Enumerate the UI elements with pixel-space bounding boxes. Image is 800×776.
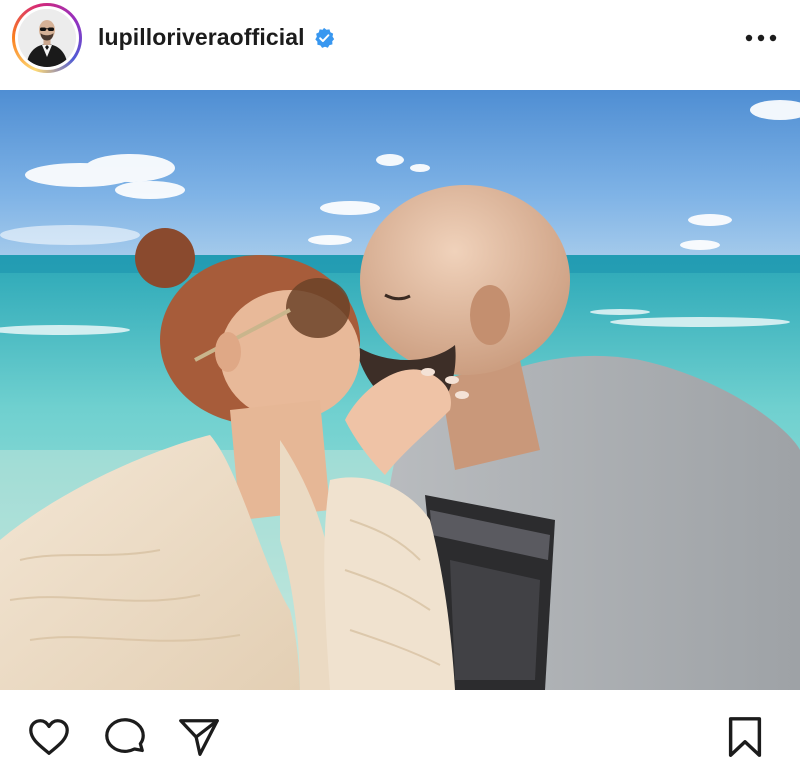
share-button[interactable] — [176, 714, 222, 760]
bookmark-icon — [728, 717, 762, 757]
verified-badge-icon — [314, 27, 334, 48]
photo-scene — [0, 90, 800, 690]
username-group: lupilloriveraofficial — [98, 24, 335, 51]
avatar-image — [18, 9, 76, 67]
like-button[interactable] — [26, 714, 72, 760]
more-options-button[interactable] — [744, 26, 778, 50]
paper-plane-icon — [179, 719, 219, 756]
more-options-icon — [745, 34, 777, 42]
action-bar — [0, 690, 800, 776]
post-photo[interactable] — [0, 90, 800, 690]
comment-button[interactable] — [102, 714, 148, 760]
instagram-post: lupilloriveraofficial — [0, 0, 800, 776]
username-link[interactable]: lupilloriveraofficial — [98, 24, 305, 51]
avatar[interactable] — [18, 9, 76, 67]
post-header: lupilloriveraofficial — [0, 0, 800, 90]
story-ring[interactable] — [12, 3, 82, 73]
save-button[interactable] — [722, 714, 768, 760]
heart-icon — [29, 719, 69, 755]
avatar-border — [15, 6, 79, 70]
comment-icon — [105, 718, 145, 754]
